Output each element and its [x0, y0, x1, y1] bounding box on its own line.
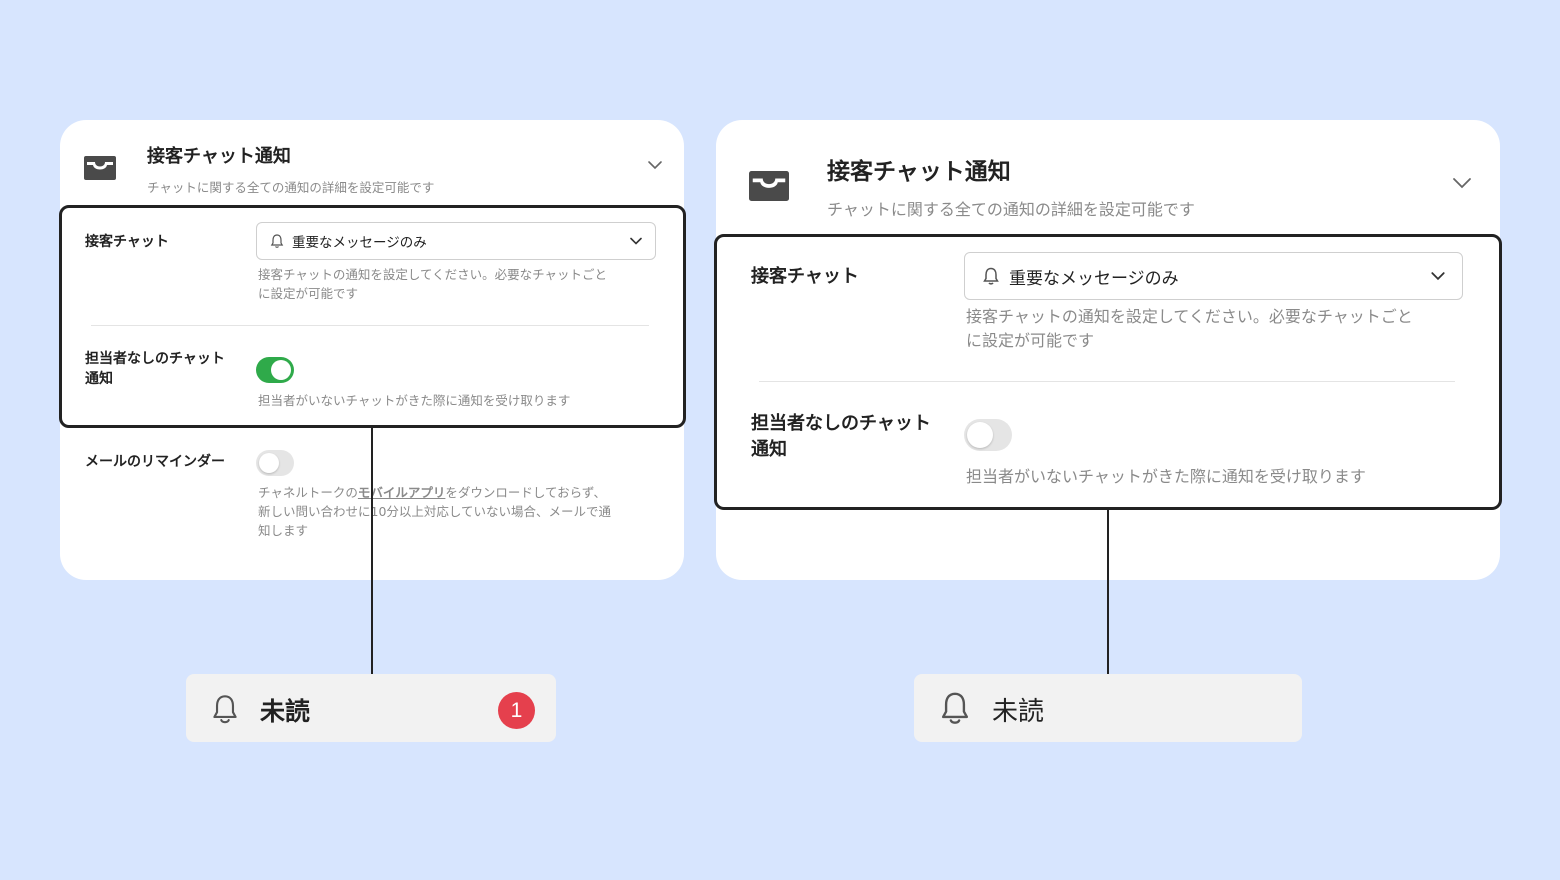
bell-icon	[213, 695, 237, 724]
unassigned-chat-help: 担当者がいないチャットがきた際に通知を受け取ります	[258, 393, 571, 408]
divider	[759, 381, 1455, 382]
chat-setting-help: 接客チャットの通知を設定してください。必要なチャットごと に設定が可能です	[258, 267, 608, 301]
bell-icon	[270, 234, 284, 248]
inbox-icon	[84, 156, 116, 180]
chevron-down-icon	[1431, 272, 1445, 281]
mail-reminder-label: メールのリマインダー	[85, 454, 225, 470]
bell-icon	[941, 692, 969, 724]
chevron-down-icon[interactable]	[647, 159, 663, 171]
panel-title: 接客チャット通知	[147, 146, 291, 167]
unassigned-chat-toggle[interactable]	[964, 419, 1012, 451]
chat-notification-select[interactable]: 重要なメッセージのみ	[256, 222, 656, 260]
highlight-box: 接客チャット 重要なメッセージのみ 接客チャットの通知を設定してください。必要な…	[59, 205, 686, 428]
inbox-icon	[749, 171, 789, 201]
panel-subtitle: チャットに関する全ての通知の詳細を設定可能です	[147, 180, 435, 195]
divider	[91, 325, 649, 326]
select-value: 重要なメッセージのみ	[292, 235, 427, 251]
chat-setting-label: 接客チャット	[85, 234, 169, 250]
highlight-box: 接客チャット 重要なメッセージのみ 接客チャットの通知を設定してください。必要な…	[714, 234, 1502, 510]
unread-label: 未読	[260, 697, 311, 726]
unread-label: 未読	[992, 697, 1045, 727]
select-value: 重要なメッセージのみ	[1009, 268, 1179, 289]
unread-filter-item[interactable]: 未読 1	[186, 674, 556, 742]
chat-notification-select[interactable]: 重要なメッセージのみ	[964, 252, 1463, 300]
mail-reminder-help: チャネルトークのモバイルアプリをダウンロードしておらず、 新しい問い合わせに10…	[258, 485, 612, 538]
unassigned-chat-label: 担当者なしのチャット 通知	[751, 413, 931, 461]
unread-count-badge: 1	[498, 692, 535, 729]
unassigned-chat-toggle[interactable]	[256, 357, 294, 383]
unassigned-chat-help: 担当者がいないチャットがきた際に通知を受け取ります	[966, 467, 1366, 486]
panel-title: 接客チャット通知	[827, 159, 1011, 185]
unread-filter-item[interactable]: 未読	[914, 674, 1302, 742]
panel-subtitle: チャットに関する全ての通知の詳細を設定可能です	[827, 200, 1195, 219]
unassigned-chat-label: 担当者なしのチャット 通知	[85, 351, 225, 388]
chevron-down-icon	[630, 237, 642, 245]
chat-setting-help: 接客チャットの通知を設定してください。必要なチャットごと に設定が可能です	[966, 307, 1413, 350]
chevron-down-icon[interactable]	[1452, 176, 1472, 190]
connector-line	[1107, 508, 1109, 674]
mail-reminder-toggle[interactable]	[256, 450, 294, 476]
chat-setting-label: 接客チャット	[751, 266, 859, 287]
connector-line	[371, 426, 373, 674]
bell-icon	[983, 267, 999, 285]
